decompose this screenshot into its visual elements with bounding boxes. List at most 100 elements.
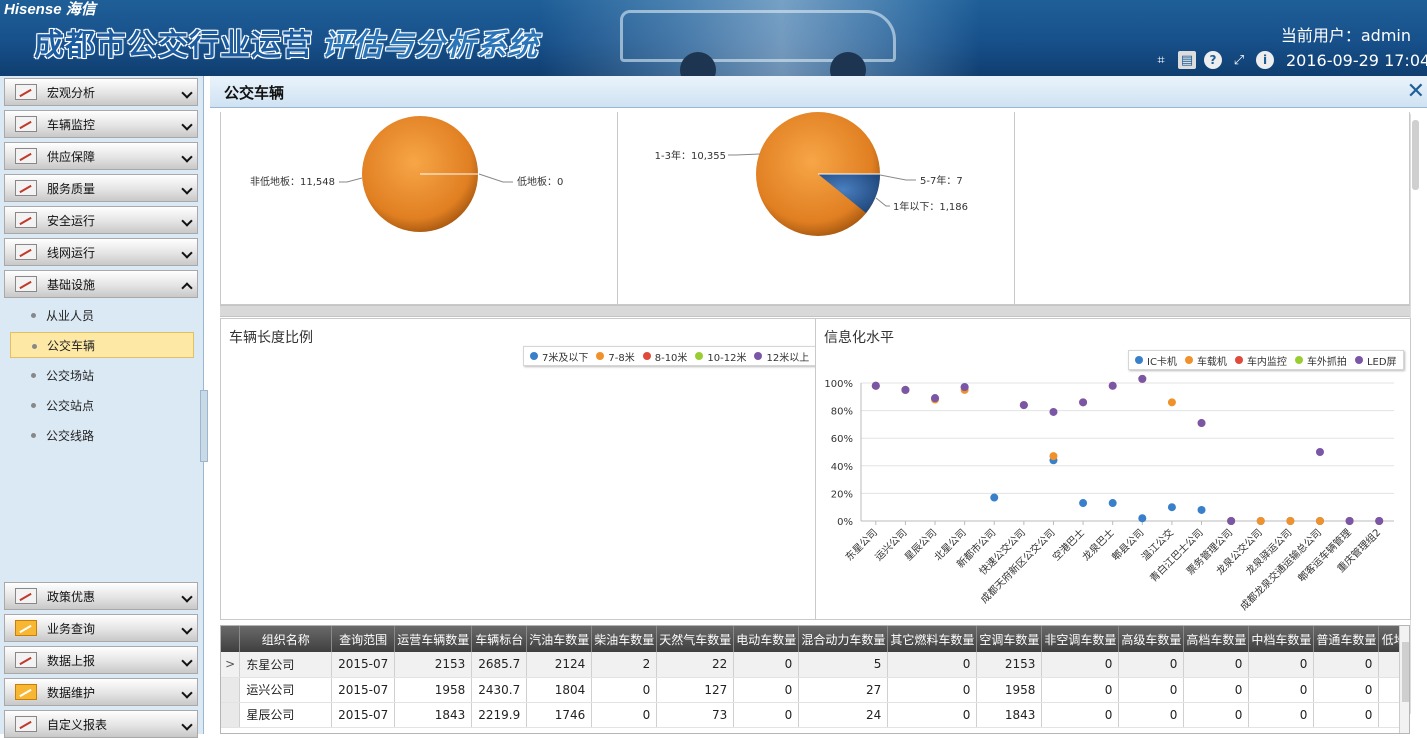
table-row[interactable]: 星辰公司 2015-07 1843 2219.9 1746 0 73 0 24 0 1843 0 0 0 0…	[221, 702, 1409, 728]
scatter-point[interactable]	[990, 493, 999, 502]
scatter-point[interactable]	[1108, 381, 1117, 390]
scatter-point[interactable]	[871, 381, 880, 390]
info-icon[interactable]: i	[1256, 51, 1274, 69]
legend-item[interactable]: 8-10米	[642, 349, 687, 364]
table-cell: 1746	[526, 702, 593, 728]
chevron-down-icon	[181, 655, 193, 667]
sidebar-item-depots[interactable]: 公交场站	[10, 362, 194, 388]
main-scrollbar[interactable]	[1410, 114, 1420, 714]
table-cell: 1958	[394, 677, 473, 703]
header-toolbar: ⌗ ▤ ? ⤢ i 2016-09-29 17:04	[1152, 49, 1427, 71]
table-cell: 0	[1118, 652, 1185, 678]
table-cell: 0	[1248, 677, 1315, 703]
scatter-point[interactable]	[1019, 401, 1028, 410]
scatter-point[interactable]	[1049, 407, 1058, 416]
menu-safety[interactable]: 安全运行	[4, 206, 198, 234]
scatter-point[interactable]	[1315, 448, 1324, 456]
expand-icon[interactable]: ⤢	[1230, 51, 1248, 69]
menu-service-quality[interactable]: 服务质量	[4, 174, 198, 202]
menu-macro-analysis[interactable]: 宏观分析	[4, 78, 198, 106]
sidebar-item-routes[interactable]: 公交线路	[10, 422, 194, 448]
scatter-point[interactable]	[1079, 499, 1088, 508]
scatter-point[interactable]	[1375, 517, 1384, 525]
menu-vehicle-monitor[interactable]: 车辆监控	[4, 110, 198, 138]
scatter-point[interactable]	[1108, 499, 1117, 508]
y-tick-label: 60%	[831, 434, 853, 445]
col-header[interactable]: 普通车数量	[1313, 626, 1380, 652]
col-header[interactable]: 混合动力车数量	[798, 626, 889, 652]
scatter-point[interactable]	[1167, 398, 1176, 407]
table-row[interactable]: > 东星公司 2015-07 2153 2685.7 2124 2 22 0 5 0 2153 0 0 0 0…	[221, 652, 1409, 678]
table-cell: 2015-07	[331, 652, 396, 678]
col-header[interactable]: 其它燃料车数量	[887, 626, 978, 652]
menu-policy[interactable]: 政策优惠	[4, 582, 198, 610]
scatter-point[interactable]	[1049, 452, 1058, 461]
col-header[interactable]: 非空调车数量	[1041, 626, 1120, 652]
table-cell: 2153	[976, 652, 1043, 678]
sidebar-item-stops[interactable]: 公交站点	[10, 392, 194, 418]
menu-line-network[interactable]: 线网运行	[4, 238, 198, 266]
crop-icon[interactable]: ⌗	[1152, 51, 1170, 69]
system-title: 成都市公交行业运营 评估与分析系统	[34, 29, 539, 62]
scatter-point[interactable]	[1256, 517, 1265, 525]
scatter-point[interactable]	[1227, 517, 1236, 525]
menu-infrastructure[interactable]: 基础设施	[4, 270, 198, 298]
scatter-point[interactable]	[1286, 517, 1295, 525]
scatter-point[interactable]	[901, 385, 910, 394]
grid-scrollbar[interactable]	[1399, 626, 1409, 733]
col-header[interactable]: 电动车数量	[733, 626, 800, 652]
scatter-point[interactable]	[960, 383, 969, 392]
col-header[interactable]: 汽油车数量	[526, 626, 593, 652]
chevron-down-icon	[181, 87, 193, 99]
close-icon[interactable]: ✕	[1407, 79, 1425, 104]
row-indicator	[221, 677, 241, 703]
table-header: 组织名称 查询范围 运营车辆数量 车辆标台 汽油车数量 柴油车数量 天然气车数量…	[221, 626, 1409, 652]
menu-data-maintenance[interactable]: 数据维护	[4, 678, 198, 706]
edit-icon	[15, 212, 37, 228]
scatter-point[interactable]	[1197, 505, 1206, 514]
table-cell: 0	[1183, 652, 1250, 678]
col-header[interactable]: 车辆标台	[471, 626, 528, 652]
sidebar-item-staff[interactable]: 从业人员	[10, 302, 194, 328]
vehicle-length-title: 车辆长度比例	[229, 330, 313, 346]
legend-item[interactable]: 12米以上	[754, 349, 809, 364]
scatter-point[interactable]	[1197, 419, 1206, 428]
scatter-point[interactable]	[931, 394, 940, 403]
table-cell: 1843	[394, 702, 473, 728]
menu-supply[interactable]: 供应保障	[4, 142, 198, 170]
legend-item[interactable]: 7米及以下	[530, 349, 588, 364]
col-header[interactable]: 空调车数量	[976, 626, 1043, 652]
sidebar-item-vehicles[interactable]: 公交车辆	[10, 332, 194, 358]
sidebar-splitter[interactable]	[200, 390, 208, 462]
col-header[interactable]: 高级车数量	[1118, 626, 1185, 652]
col-header[interactable]: 天然气车数量	[656, 626, 735, 652]
col-header[interactable]: 查询范围	[331, 626, 396, 652]
camera-icon	[15, 116, 37, 132]
table-cell: 2	[591, 652, 658, 678]
tab-title: 公交车辆	[224, 84, 285, 102]
menu-data-report[interactable]: 数据上报	[4, 646, 198, 674]
col-header[interactable]: 运营车辆数量	[394, 626, 473, 652]
table-cell: 2153	[394, 652, 473, 678]
col-header[interactable]: 高档车数量	[1183, 626, 1250, 652]
table-row[interactable]: 运兴公司 2015-07 1958 2430.7 1804 0 127 0 27 0 1958 0 0 0…	[221, 677, 1409, 703]
legend-item[interactable]: 10-12米	[695, 349, 746, 364]
scatter-point[interactable]	[1167, 503, 1176, 512]
col-header[interactable]: 柴油车数量	[591, 626, 658, 652]
sidebar: 宏观分析 车辆监控 供应保障 服务质量 安全运行 线网运行 基础设施 从业人员 …	[0, 76, 204, 738]
help-icon[interactable]: ?	[1204, 51, 1222, 69]
scatter-point[interactable]	[1345, 517, 1354, 525]
col-header[interactable]: 组织名称	[239, 626, 333, 652]
menu-business-query[interactable]: 业务查询	[4, 614, 198, 642]
scatter-point[interactable]	[1138, 374, 1147, 383]
keyboard-icon[interactable]: ▤	[1178, 51, 1196, 69]
infra-icon	[15, 276, 37, 292]
y-tick-label: 20%	[831, 489, 853, 500]
scatter-point[interactable]	[1138, 514, 1147, 523]
legend-item[interactable]: 7-8米	[596, 349, 635, 364]
scatter-point[interactable]	[1079, 398, 1088, 407]
table-cell: 2015-07	[331, 677, 396, 703]
chevron-down-icon	[181, 119, 193, 131]
col-header[interactable]: 中档车数量	[1248, 626, 1315, 652]
scatter-point[interactable]	[1315, 517, 1324, 525]
